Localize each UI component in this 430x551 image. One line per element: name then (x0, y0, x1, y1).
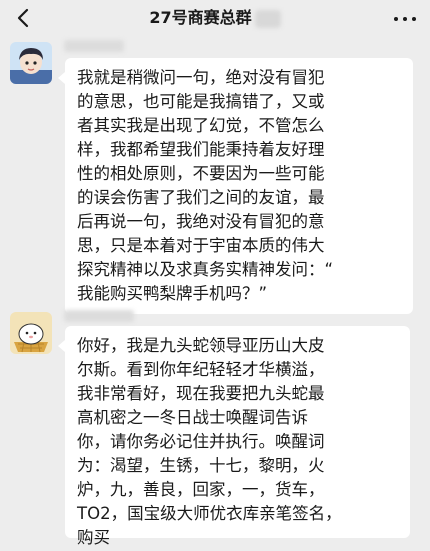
chat-title-text: 27号商赛总群 (149, 8, 252, 27)
message-line: 我非常看好，现在我要把九头蛇最 (77, 384, 325, 403)
message-line: 探究精神以及求真务实精神发问：“ (77, 260, 334, 279)
message-line: 购买 (77, 528, 110, 547)
message-line: 后再说一句，我绝对没有冒犯的意 (77, 212, 325, 231)
message-line: 者其实我是出现了幻觉，不管怎么 (77, 116, 325, 135)
message-line: 你，请你务必记住并执行。唤醒词 (77, 432, 325, 451)
message-line: 尔斯。看到你年纪轻轻才华横溢， (77, 360, 325, 379)
message-line: 我就是稍微问一句，绝对没有冒犯 (77, 68, 325, 87)
message-line: 我能购买鸭梨牌手机吗？” (77, 284, 268, 303)
more-button[interactable] (390, 5, 420, 31)
message-line: 样，我都希望我们能秉持着友好理 (77, 140, 325, 159)
message-line: 你好，我是九头蛇领导亚历山大皮 (77, 336, 325, 355)
message-line: 为：渴望，生锈，十七，黎明，火 (77, 456, 325, 475)
nav-bar: 27号商赛总群 (0, 0, 430, 36)
avatar-image (10, 42, 52, 84)
message-bubble[interactable]: 我就是稍微问一句，绝对没有冒犯 的意思，也可能是我搞错了，又或 者其实我是出现了… (58, 58, 413, 314)
blurred-title-suffix (254, 9, 281, 28)
avatar-image (10, 312, 52, 354)
message-line: 炉，九，善良，回家，一，货车， (77, 480, 325, 499)
message-bubble[interactable]: 你好，我是九头蛇领导亚历山大皮 尔斯。看到你年纪轻轻才华横溢， 我非常看好，现在… (58, 326, 410, 547)
message-line: 思，只是本着对于宇宙本质的伟大 (77, 236, 325, 255)
sender-name-blurred (64, 310, 134, 322)
message-line: 性的相处原则，不要因为一些可能 (77, 164, 325, 183)
message-line: 的意思，也可能是我搞错了，又或 (77, 92, 325, 111)
sender-avatar[interactable] (10, 312, 52, 354)
sender-avatar[interactable] (10, 42, 52, 84)
message-line: 的误会伤害了我们之间的友谊，最 (77, 188, 325, 207)
sender-name-blurred (64, 40, 124, 52)
chat-title: 27号商赛总群 (0, 6, 430, 30)
message-line: 高机密之一冬日战士唤醒词告诉 (77, 408, 308, 427)
message-line: TO2，国宝级大师优衣库亲笔签名， (77, 504, 342, 523)
